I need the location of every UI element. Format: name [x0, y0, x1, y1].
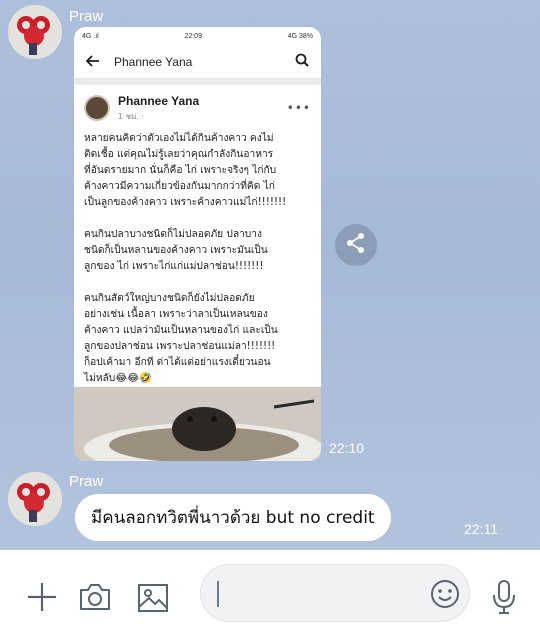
image-message[interactable]: 4G .ıl 22:09 4G 38% Phannee Yana Phannee…: [74, 27, 321, 461]
sender-avatar[interactable]: [8, 472, 62, 526]
phone-status-bar: 4G .ıl 22:09 4G 38%: [74, 27, 321, 45]
microphone-icon[interactable]: [488, 578, 520, 616]
search-icon: [295, 52, 309, 71]
text-message-bubble[interactable]: มีคนลอกทวิตพี่นาวด้วย but no credit: [75, 494, 391, 541]
emoji-icon[interactable]: [429, 578, 461, 610]
status-left: 4G .ıl: [82, 32, 99, 40]
share-button[interactable]: [335, 224, 377, 266]
sender-name: Praw: [69, 8, 104, 25]
chat-area[interactable]: Praw 4G .ıl 22:09 4G 38% Phannee Yana Ph…: [0, 0, 540, 550]
fb-post: Phannee Yana 1 ชม. · ••• หลายคนคิดว่าตัว…: [74, 85, 321, 461]
post-text: หลายคนคิดว่าตัวเองไม่ได้กินค้างคาว คงไม่…: [84, 133, 287, 384]
message-input-wrap[interactable]: [200, 564, 470, 622]
share-icon: [346, 232, 366, 258]
status-right: 4G 38%: [287, 32, 313, 40]
post-photo: [74, 387, 321, 461]
plus-icon[interactable]: [24, 579, 60, 615]
fb-post-header: Phannee Yana 1 ชม. · •••: [74, 85, 321, 131]
message-time: 22:11: [464, 521, 498, 537]
more-options-icon: •••: [286, 101, 311, 115]
back-arrow-icon: [85, 52, 100, 71]
sender-name: Praw: [69, 473, 104, 490]
message-time: 22:10: [329, 440, 365, 456]
fb-search-title: Phannee Yana: [114, 54, 193, 69]
author-avatar: [84, 95, 110, 121]
fb-search-bar: Phannee Yana: [74, 45, 321, 79]
fb-feed: Phannee Yana 1 ชม. · ••• หลายคนคิดว่าตัว…: [74, 79, 321, 461]
post-author: Phannee Yana: [118, 93, 200, 108]
status-time: 22:09: [184, 32, 202, 40]
camera-icon[interactable]: [77, 580, 113, 614]
message-input[interactable]: [215, 578, 415, 608]
sender-avatar[interactable]: [8, 5, 62, 59]
image-icon[interactable]: [135, 581, 171, 615]
post-meta: 1 ชม. ·: [118, 111, 144, 121]
